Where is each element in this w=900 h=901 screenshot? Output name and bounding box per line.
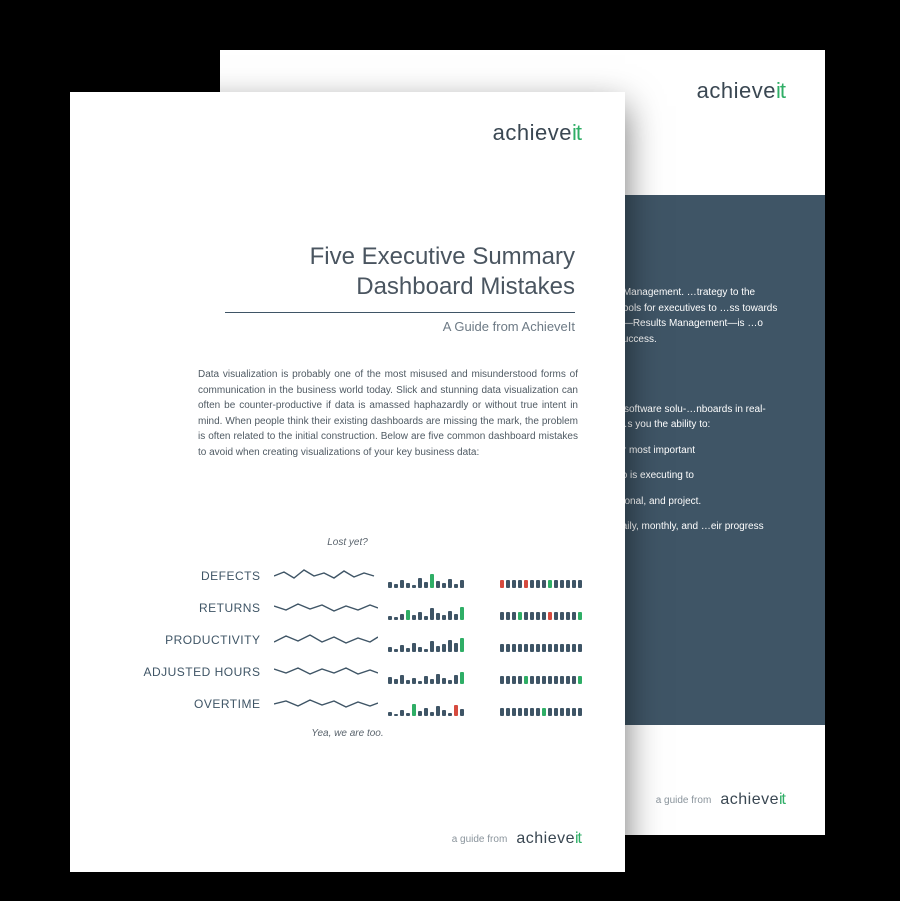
bars-b-icon: [500, 564, 600, 588]
bars-b-icon: [500, 596, 600, 620]
sparkline-icon: [274, 692, 378, 716]
bars-a-icon: [388, 660, 488, 684]
title-rule: [225, 312, 575, 313]
metric-label: OVERTIME: [130, 697, 274, 711]
metric-label: ADJUSTED HOURS: [130, 665, 274, 679]
bars-a-icon: [388, 596, 488, 620]
bars-b-icon: [500, 628, 600, 652]
title-block: Five Executive Summary Dashboard Mistake…: [225, 242, 575, 334]
metric-row: DEFECTS: [130, 560, 600, 592]
caption-bottom: Yea, we are too.: [70, 728, 625, 739]
sparkline-icon: [274, 628, 378, 652]
bars-a-icon: [388, 692, 488, 716]
sparkline-grid: DEFECTS RETURNS PRODUCTIVITY ADJUSTED HOURS…: [130, 560, 600, 720]
sparkline-icon: [274, 564, 378, 588]
metric-label: PRODUCTIVITY: [130, 633, 274, 647]
title-line-2: Dashboard Mistakes: [225, 272, 575, 302]
metric-row: RETURNS: [130, 592, 600, 624]
logo-suffix: it: [776, 78, 785, 103]
bars-b-icon: [500, 692, 600, 716]
subtitle: A Guide from AchieveIt: [225, 319, 575, 334]
caption-top: Lost yet?: [70, 537, 625, 548]
metric-row: PRODUCTIVITY: [130, 624, 600, 656]
metric-label: RETURNS: [130, 601, 274, 615]
metric-label: DEFECTS: [130, 569, 274, 583]
metric-row: OVERTIME: [130, 688, 600, 720]
canvas: achieveit …ing space of Results Manageme…: [0, 0, 900, 901]
title-line-1: Five Executive Summary: [225, 242, 575, 272]
logo-back: achieveit: [697, 78, 785, 104]
sparkline-icon: [274, 660, 378, 684]
sparkline-icon: [274, 596, 378, 620]
logo-front: achieveit: [493, 120, 581, 146]
bars-b-icon: [500, 660, 600, 684]
footer-back: a guide from achieveit: [656, 791, 785, 809]
bars-a-icon: [388, 564, 488, 588]
intro-paragraph: Data visualization is probably one of th…: [198, 367, 578, 460]
metric-row: ADJUSTED HOURS: [130, 656, 600, 688]
footer-front: a guide from achieveit: [452, 830, 581, 848]
page-front: achieveit Five Executive Summary Dashboa…: [70, 92, 625, 872]
logo-name: achieve: [697, 78, 776, 103]
bars-a-icon: [388, 628, 488, 652]
footer-prefix: a guide from: [656, 795, 712, 806]
